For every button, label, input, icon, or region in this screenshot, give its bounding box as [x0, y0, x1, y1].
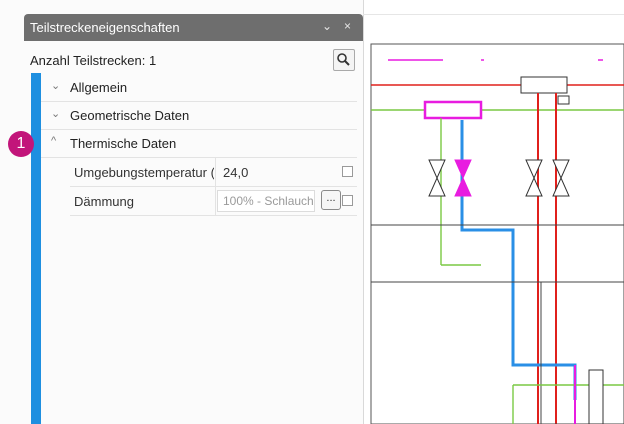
panel-titlebar: Teilstreckeneigenschaften ⌄ ×: [24, 14, 363, 41]
group-thermische-daten[interactable]: ^ Thermische Daten: [41, 130, 357, 158]
group-geometrische-daten[interactable]: ⌄ Geometrische Daten: [41, 102, 357, 130]
override-checkbox[interactable]: [342, 195, 353, 206]
drawing-frame: [370, 43, 624, 424]
collapse-panel-icon[interactable]: ⌄: [322, 19, 332, 33]
selected-valve-block: [423, 100, 483, 120]
canvas-top-rule: [363, 14, 624, 15]
chevron-down-icon: ⌄: [51, 80, 61, 92]
gate-valve: [428, 159, 446, 197]
room-outline: [540, 281, 624, 424]
properties-panel: Teilstreckeneigenschaften ⌄ × Anzahl Tei…: [0, 0, 364, 424]
column-divider: [215, 158, 216, 186]
close-panel-icon[interactable]: ×: [344, 19, 351, 33]
group-label: Thermische Daten: [70, 136, 177, 151]
chevron-down-icon: ⌄: [51, 108, 61, 120]
property-name: Dämmung: [74, 194, 134, 209]
group-allgemein[interactable]: ⌄ Allgemein: [41, 74, 357, 102]
selected-gate-valve: [454, 159, 472, 197]
override-checkbox[interactable]: [342, 166, 353, 177]
temperature-value-field[interactable]: 24,0: [223, 165, 248, 180]
fitting-box: [588, 369, 604, 424]
column-divider: [215, 187, 216, 215]
schematic-drawing: [370, 43, 624, 424]
group-label: Allgemein: [70, 80, 128, 95]
step-badge: 1: [8, 131, 34, 157]
valve-actuator: [557, 95, 570, 105]
property-daemmung: Dämmung 100% - Schlauch ...: [70, 187, 357, 216]
property-name: Umgebungstemperatur (: [74, 165, 214, 180]
chevron-up-icon: ^: [51, 135, 57, 147]
property-umgebungstemperatur: Umgebungstemperatur ( 24,0: [70, 158, 357, 187]
group-label: Geometrische Daten: [70, 108, 190, 123]
search-icon: [337, 53, 350, 66]
browse-button[interactable]: ...: [321, 190, 341, 210]
gate-valve: [525, 159, 543, 197]
search-button[interactable]: [333, 49, 355, 71]
selection-accent-bar: [31, 73, 41, 424]
valve-block: [520, 76, 568, 94]
panel-title: Teilstreckeneigenschaften: [30, 20, 180, 35]
segment-count-label: Anzahl Teilstrecken: 1: [30, 53, 157, 68]
insulation-field[interactable]: 100% - Schlauch: [217, 190, 315, 212]
